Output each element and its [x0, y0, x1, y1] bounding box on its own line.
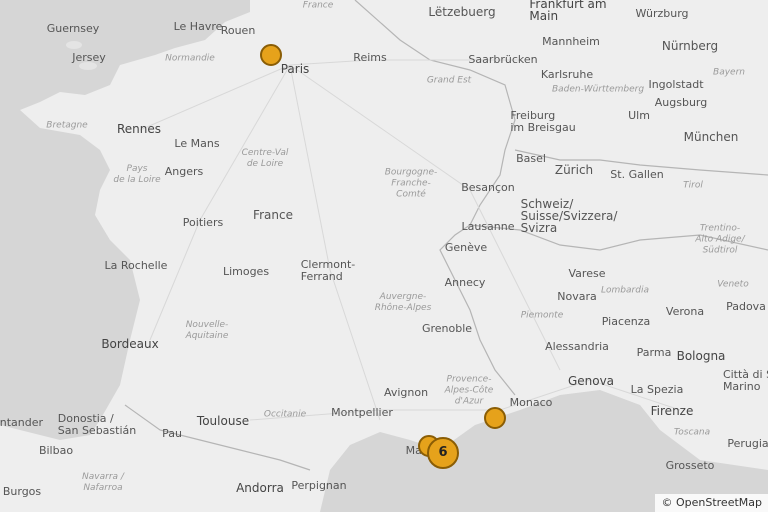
- map-label-varese: Varese: [568, 267, 606, 280]
- map-label-verona: Verona: [665, 305, 705, 318]
- map-label-padova: Padova: [726, 300, 766, 313]
- map-label-france-mid: France: [253, 208, 293, 222]
- map-label-burgos: Burgos: [2, 485, 42, 498]
- map-label-karlsruhe: Karlsruhe: [540, 68, 594, 81]
- map-label-zurich: Zürich: [554, 163, 594, 177]
- map-label-rennes: Rennes: [116, 122, 162, 136]
- map-label-st-gallen: St. Gallen: [610, 168, 664, 181]
- map-label-genova: Genova: [567, 374, 615, 388]
- map-label-wurzburg: Würzburg: [635, 7, 689, 20]
- map-label-auvergne: Auvergne- Rhône-Alpes: [374, 292, 432, 313]
- map-label-nurnberg: Nürnberg: [661, 39, 719, 53]
- map-label-poitiers: Poitiers: [182, 216, 224, 229]
- map-label-rouen: Rouen: [220, 24, 256, 37]
- map-label-freiburg: Freiburg im Breisgau: [510, 109, 576, 134]
- map-label-angers: Angers: [164, 165, 204, 178]
- map-label-augsburg: Augsburg: [654, 96, 708, 109]
- map-label-besancon: Besançon: [461, 181, 515, 194]
- map-label-avignon: Avignon: [383, 386, 429, 399]
- map-label-la-spezia: La Spezia: [630, 383, 684, 396]
- map-label-bayern: Bayern: [713, 67, 745, 78]
- map-label-toulouse: Toulouse: [196, 414, 250, 428]
- map-label-perpignan: Perpignan: [291, 479, 347, 492]
- map-label-guernsey: Guernsey: [46, 22, 100, 35]
- map-label-grand-est: Grand Est: [426, 75, 472, 86]
- map-label-parma: Parma: [636, 346, 672, 359]
- map-label-bologna: Bologna: [676, 349, 726, 363]
- map-label-piemonte: Piemonte: [520, 310, 564, 321]
- map-label-trentino: Trentino- Alto Adige/ Südtirol: [695, 223, 745, 256]
- map-label-munchen: München: [683, 130, 739, 144]
- map-label-grosseto: Grosseto: [665, 459, 715, 472]
- map-label-ingolstadt: Ingolstadt: [648, 78, 704, 91]
- map-label-centre: Centre-Val de Loire: [241, 148, 289, 169]
- map-label-annecy: Annecy: [444, 276, 486, 289]
- map-label-nouvelle: Nouvelle- Aquitaine: [185, 320, 229, 341]
- map-label-lausanne: Lausanne: [461, 220, 515, 233]
- marker-nice[interactable]: [484, 407, 506, 429]
- map-label-occitanie: Occitanie: [263, 409, 307, 420]
- map-label-andorra: Andorra: [236, 481, 284, 495]
- map-label-firenze: Firenze: [650, 404, 694, 418]
- map-label-normandie: Normandie: [165, 53, 215, 64]
- map-label-paris: Paris: [280, 62, 310, 76]
- map-label-provence: Provence- Alpes-Côte d'Azur: [444, 374, 494, 407]
- map-label-cantander: antander: [0, 416, 44, 429]
- marker-paris[interactable]: [260, 44, 282, 66]
- map-label-baden: Baden-Württemberg: [551, 84, 645, 95]
- map-label-monaco: Monaco: [509, 396, 553, 409]
- map-label-piacenza: Piacenza: [601, 315, 651, 328]
- map-label-bretagne: Bretagne: [46, 120, 88, 131]
- map-label-jersey: Jersey: [72, 51, 106, 64]
- map-label-saarbrucken: Saarbrücken: [468, 53, 538, 66]
- map-label-frankfurt: Frankfurt am Main: [529, 0, 607, 23]
- map-label-schweiz: Schweiz/ Suisse/Svizzera/ Svizra: [520, 197, 618, 235]
- map-label-veneto: Veneto: [717, 279, 749, 290]
- map-label-france-top: France: [302, 0, 334, 11]
- marker-cluster-toulon[interactable]: 6: [426, 436, 459, 469]
- map-label-montpellier: Montpellier: [331, 406, 393, 419]
- map-label-toscana: Toscana: [673, 427, 711, 438]
- map-label-novara: Novara: [557, 290, 597, 303]
- map-label-bordeaux: Bordeaux: [101, 337, 159, 351]
- map-label-limoges: Limoges: [222, 265, 270, 278]
- map-label-tirol: Tirol: [683, 180, 703, 191]
- map-label-le-havre: Le Havre: [173, 20, 223, 33]
- map-label-basel: Basel: [516, 152, 546, 165]
- map-label-clermont: Clermont- Ferrand: [300, 258, 356, 283]
- map-label-alessandria: Alessandria: [545, 340, 609, 353]
- map-label-donostia: Donostia / San Sebastián: [57, 412, 137, 437]
- map-label-pays-loire: Pays de la Loire: [113, 164, 161, 185]
- map-label-pau: Pau: [162, 427, 182, 440]
- map-label-navarra: Navarra / Nafarroa: [82, 472, 124, 493]
- island-guernsey: [66, 41, 82, 49]
- map-label-ulm: Ulm: [628, 109, 650, 122]
- map-label-la-rochelle: La Rochelle: [104, 259, 168, 272]
- map-label-citta: Città di S Marino: [722, 368, 768, 393]
- map-label-perugia: Perugia: [727, 437, 768, 450]
- map-label-grenoble: Grenoble: [421, 322, 473, 335]
- map-label-reims: Reims: [353, 51, 387, 64]
- map-label-bilbao: Bilbao: [38, 444, 74, 457]
- map-label-bourgogne: Bourgogne- Franche- Comté: [384, 167, 438, 200]
- map-label-geneve: Genève: [444, 241, 488, 254]
- map-label-lombardia: Lombardia: [601, 285, 649, 296]
- map-attribution[interactable]: © OpenStreetMap: [655, 494, 768, 512]
- map-label-letzebuerg: Lëtzebuerg: [428, 5, 496, 19]
- map-label-mannheim: Mannheim: [542, 35, 600, 48]
- map-label-le-mans: Le Mans: [174, 137, 220, 150]
